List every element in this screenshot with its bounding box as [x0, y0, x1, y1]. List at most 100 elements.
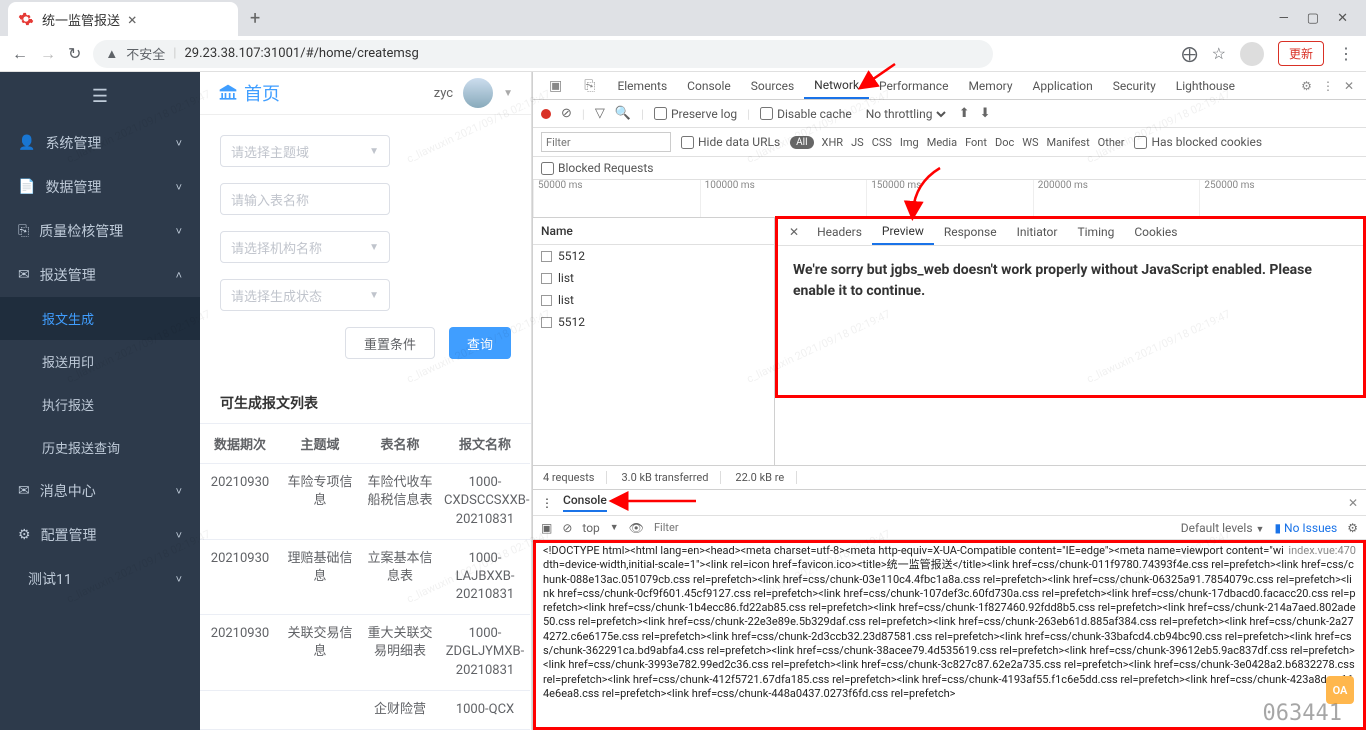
console-settings-icon[interactable]: ⚙	[1347, 521, 1358, 535]
disable-cache-check[interactable]: Disable cache	[760, 107, 852, 121]
console-sidebar-icon[interactable]: ▣	[541, 521, 552, 535]
col-header[interactable]: 主题域	[280, 424, 360, 464]
clear-console-icon[interactable]: ⊘	[562, 521, 572, 535]
request-row[interactable]: list	[533, 267, 774, 289]
table-row[interactable]: 20210930关联交易信息重大关联交易明细表1000-ZDGLJYMXB-20…	[200, 615, 531, 691]
request-row[interactable]: 5512	[533, 311, 774, 333]
col-header[interactable]: 表名称	[360, 424, 440, 464]
org-select[interactable]: 请选择机构名称▼	[220, 231, 390, 263]
levels-select[interactable]: Default levels ▼	[1181, 521, 1265, 535]
network-timeline[interactable]: 50000 ms100000 ms150000 ms200000 ms25000…	[533, 180, 1366, 218]
console-tab[interactable]: Console	[563, 493, 607, 512]
maximize-icon[interactable]: ▢	[1307, 11, 1319, 26]
reload-icon[interactable]: ↻	[68, 44, 81, 63]
sidebar-item[interactable]: 报文生成	[0, 297, 200, 340]
devtools-tab-application[interactable]: Application	[1023, 72, 1103, 99]
settings-icon[interactable]: ⚙	[1301, 79, 1312, 93]
col-header[interactable]: 报文名称	[440, 424, 530, 464]
no-issues-badge[interactable]: ▮ No Issues	[1274, 521, 1337, 535]
source-link[interactable]: index.vue:470	[1288, 544, 1356, 558]
url-bar[interactable]: ▲ 不安全 | 29.23.38.107:31001/#/home/create…	[93, 40, 993, 68]
drawer-menu-icon[interactable]: ⋮	[541, 496, 553, 510]
request-row[interactable]: list	[533, 289, 774, 311]
more-icon[interactable]: ⋮	[1322, 79, 1334, 93]
filter-type[interactable]: Media	[927, 136, 957, 149]
name-column-header[interactable]: Name	[533, 218, 774, 245]
devtools-tab-console[interactable]: Console	[677, 72, 741, 99]
eye-icon[interactable]: 👁	[629, 521, 644, 535]
sidebar-item[interactable]: ✉报送管理˄	[0, 253, 200, 297]
sidebar-item[interactable]: 📄数据管理˅	[0, 165, 200, 209]
update-button[interactable]: 更新	[1278, 41, 1324, 66]
devtools-tab-security[interactable]: Security	[1103, 72, 1166, 99]
detail-tab-initiator[interactable]: Initiator	[1007, 218, 1068, 245]
detail-tab-preview[interactable]: Preview	[872, 218, 934, 245]
detail-tab-response[interactable]: Response	[934, 218, 1007, 245]
record-icon[interactable]	[541, 109, 551, 119]
devtools-tab-memory[interactable]: Memory	[958, 72, 1022, 99]
hide-data-urls-check[interactable]: Hide data URLs	[681, 135, 780, 149]
filter-input[interactable]	[541, 132, 671, 152]
filter-type[interactable]: XHR	[822, 136, 844, 149]
filter-type[interactable]: All	[790, 136, 813, 149]
filter-type[interactable]: WS	[1022, 136, 1038, 149]
hamburger-icon[interactable]: ☰	[0, 72, 200, 121]
user-info[interactable]: zyc ▼	[434, 78, 513, 108]
wifi-icon[interactable]: ⬆	[959, 106, 970, 121]
preserve-log-check[interactable]: Preserve log	[654, 107, 737, 121]
console-output[interactable]: index.vue:470 <!DOCTYPE html><html lang=…	[533, 540, 1366, 730]
close-icon[interactable]: ×	[128, 10, 137, 29]
col-header[interactable]: 数据期次	[200, 424, 280, 464]
menu-icon[interactable]: ⋮	[1338, 44, 1354, 63]
back-icon[interactable]: ←	[12, 44, 28, 64]
table-row[interactable]: 企财险营1000-QCX	[200, 691, 531, 730]
detail-tab-headers[interactable]: Headers	[807, 218, 872, 245]
status-select[interactable]: 请选择生成状态▼	[220, 279, 390, 311]
sidebar-item[interactable]: 执行报送	[0, 383, 200, 426]
star-icon[interactable]: ☆	[1212, 44, 1226, 63]
throttling-select[interactable]: No throttling	[862, 106, 949, 122]
filter-type[interactable]: Img	[900, 136, 919, 149]
query-button[interactable]: 查询	[449, 327, 511, 359]
translate-icon[interactable]: ⨁	[1182, 44, 1198, 63]
blocked-requests-check[interactable]: Blocked Requests	[541, 161, 1358, 175]
sidebar-item[interactable]: 👤系统管理˅	[0, 121, 200, 165]
subject-select[interactable]: 请选择主题域▼	[220, 135, 390, 167]
filter-type[interactable]: Font	[965, 136, 987, 149]
close-detail-icon[interactable]: ✕	[781, 218, 807, 245]
inspect-icon[interactable]: ▣	[539, 72, 572, 99]
table-name-input[interactable]: 请输入表名称	[220, 183, 390, 215]
devtools-tab-sources[interactable]: Sources	[741, 72, 804, 99]
sidebar-item[interactable]: ⎘质量检核管理˅	[0, 209, 200, 253]
reset-button[interactable]: 重置条件	[345, 327, 435, 359]
home-link[interactable]: 首页	[218, 80, 280, 106]
new-tab-button[interactable]: +	[250, 8, 260, 29]
sidebar-item[interactable]: 测试11˅	[0, 557, 200, 601]
devtools-tab-network[interactable]: Network	[804, 72, 869, 99]
sidebar-item[interactable]: 报送用印	[0, 340, 200, 383]
filter-type[interactable]: Other	[1098, 136, 1125, 149]
blocked-cookies-check[interactable]: Has blocked cookies	[1134, 135, 1262, 149]
filter-type[interactable]: Doc	[995, 136, 1014, 149]
devtools-tab-lighthouse[interactable]: Lighthouse	[1166, 72, 1245, 99]
minimize-icon[interactable]: —	[1279, 11, 1289, 26]
sidebar-item[interactable]: 历史报送查询	[0, 426, 200, 469]
device-icon[interactable]: ⎘	[574, 72, 605, 99]
sidebar-item[interactable]: ✉消息中心˅	[0, 469, 200, 513]
filter-type[interactable]: CSS	[872, 136, 892, 149]
table-row[interactable]: 20210930车险专项信息车险代收车船税信息表1000-CXDSCCSXXB-…	[200, 464, 531, 540]
devtools-tab-performance[interactable]: Performance	[869, 72, 958, 99]
close-devtools-icon[interactable]: ✕	[1344, 79, 1354, 93]
filter-type[interactable]: Manifest	[1047, 136, 1090, 149]
filter-type[interactable]: JS	[851, 136, 864, 149]
profile-avatar[interactable]	[1240, 42, 1264, 66]
download-icon[interactable]: ⬇	[980, 106, 991, 121]
sidebar-item[interactable]: ⚙配置管理˅	[0, 513, 200, 557]
request-row[interactable]: 5512	[533, 245, 774, 267]
close-drawer-icon[interactable]: ✕	[1348, 496, 1358, 510]
search-icon[interactable]: 🔍	[615, 106, 631, 121]
devtools-tab-elements[interactable]: Elements	[607, 72, 677, 99]
close-window-icon[interactable]: ✕	[1337, 11, 1348, 26]
console-filter-input[interactable]	[654, 521, 1171, 534]
filter-icon[interactable]: ▽	[595, 106, 605, 121]
